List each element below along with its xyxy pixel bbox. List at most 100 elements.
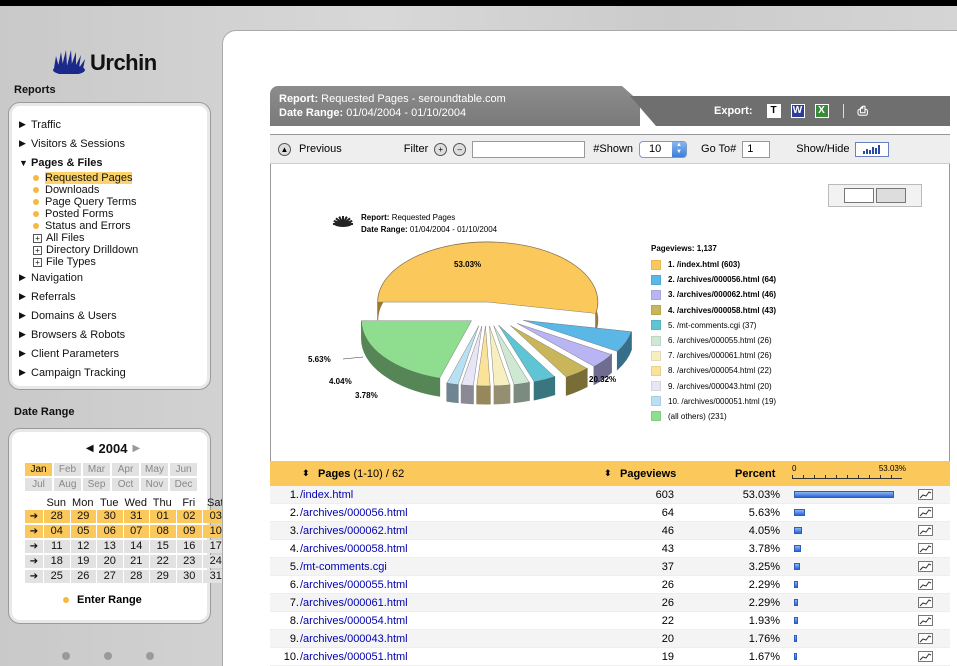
day-cell[interactable]: 29 xyxy=(69,510,96,523)
page-link[interactable]: /archives/000061.html xyxy=(300,597,408,609)
day-cell[interactable]: 08 xyxy=(149,525,176,538)
day-cell[interactable]: 27 xyxy=(96,570,123,583)
shown-select[interactable]: 10 ▲ ▼ xyxy=(639,140,688,158)
page-link[interactable]: /archives/000058.html xyxy=(300,543,408,555)
month-cell[interactable]: Jun xyxy=(170,463,197,476)
nav-item[interactable]: ▼ Pages & Files xyxy=(19,153,210,172)
month-cell[interactable]: Feb xyxy=(54,463,81,476)
goto-input[interactable] xyxy=(742,140,771,158)
select-week-arrow-icon[interactable]: ➔ xyxy=(25,555,43,568)
day-cell[interactable]: 25 xyxy=(43,570,70,583)
sub-nav-item[interactable]: Page Query Terms xyxy=(19,196,210,208)
next-year-icon[interactable]: ▶ xyxy=(132,443,140,454)
filter-exclude-icon[interactable]: – xyxy=(453,142,467,156)
showhide-chart-button[interactable] xyxy=(854,141,889,157)
month-cell[interactable]: May xyxy=(141,463,168,476)
nav-item[interactable]: ▶ Browsers & Robots xyxy=(19,325,210,344)
previous-arrow-icon[interactable]: ▲ xyxy=(278,142,291,156)
day-cell[interactable]: 15 xyxy=(149,540,176,553)
page-link[interactable]: /mt-comments.cgi xyxy=(300,561,387,573)
filter-include-icon[interactable]: + xyxy=(434,142,448,156)
enter-range-button[interactable]: Enter Range xyxy=(63,594,142,606)
sub-nav-item[interactable]: + Directory Drilldown xyxy=(19,244,210,256)
trend-graph-icon[interactable] xyxy=(918,489,933,500)
sort-pageviews-icon[interactable]: ⬍ xyxy=(604,468,612,479)
previous-link[interactable]: Previous xyxy=(299,143,342,155)
export-excel-icon[interactable]: X xyxy=(814,104,829,118)
filter-input[interactable] xyxy=(472,140,586,158)
day-cell[interactable]: 23 xyxy=(175,555,202,568)
sub-nav-item[interactable]: Requested Pages xyxy=(19,172,210,184)
month-cell[interactable]: Jan xyxy=(25,463,52,476)
page-link[interactable]: /archives/000056.html xyxy=(300,507,408,519)
select-week-arrow-icon[interactable]: ➔ xyxy=(25,540,43,553)
day-cell[interactable]: 14 xyxy=(122,540,149,553)
trend-graph-icon[interactable] xyxy=(918,579,933,590)
trend-graph-icon[interactable] xyxy=(918,525,933,536)
month-cell[interactable]: Oct xyxy=(112,478,139,491)
page-link[interactable]: /archives/000062.html xyxy=(300,525,408,537)
sub-nav-item[interactable]: + File Types xyxy=(19,256,210,268)
month-cell[interactable]: Mar xyxy=(83,463,110,476)
sub-nav-item[interactable]: Status and Errors xyxy=(19,220,210,232)
day-cell[interactable]: 09 xyxy=(175,525,202,538)
month-cell[interactable]: Nov xyxy=(141,478,168,491)
page-link[interactable]: /archives/000051.html xyxy=(300,651,408,663)
trend-graph-icon[interactable] xyxy=(918,615,933,626)
day-cell[interactable]: 11 xyxy=(43,540,70,553)
sub-nav-item[interactable]: + All Files xyxy=(19,232,210,244)
trend-graph-icon[interactable] xyxy=(918,651,933,662)
day-cell[interactable]: 12 xyxy=(69,540,96,553)
nav-item[interactable]: ▶ Client Parameters xyxy=(19,344,210,363)
trend-graph-icon[interactable] xyxy=(918,633,933,644)
bar-view-icon[interactable] xyxy=(876,188,906,203)
day-cell[interactable]: 04 xyxy=(43,525,70,538)
day-cell[interactable]: 30 xyxy=(96,510,123,523)
page-link[interactable]: /index.html xyxy=(300,489,353,501)
day-cell[interactable]: 07 xyxy=(122,525,149,538)
export-word-icon[interactable]: W xyxy=(790,104,805,118)
expand-plus-icon[interactable]: + xyxy=(33,245,42,255)
nav-item[interactable]: ▶ Navigation xyxy=(19,268,210,287)
trend-graph-icon[interactable] xyxy=(918,507,933,518)
sub-nav-item[interactable]: Downloads xyxy=(19,184,210,196)
nav-item[interactable]: ▶ Referrals xyxy=(19,287,210,306)
day-cell[interactable]: 18 xyxy=(43,555,70,568)
month-cell[interactable]: Dec xyxy=(170,478,197,491)
day-cell[interactable]: 02 xyxy=(175,510,202,523)
expand-plus-icon[interactable]: + xyxy=(33,233,42,243)
day-cell[interactable]: 28 xyxy=(122,570,149,583)
day-cell[interactable]: 16 xyxy=(175,540,202,553)
select-week-arrow-icon[interactable]: ➔ xyxy=(25,510,43,523)
nav-item[interactable]: ▶ Visitors & Sessions xyxy=(19,134,210,153)
month-cell[interactable]: Sep xyxy=(83,478,110,491)
day-cell[interactable]: 01 xyxy=(149,510,176,523)
day-cell[interactable]: 20 xyxy=(96,555,123,568)
month-cell[interactable]: Jul xyxy=(25,478,52,491)
day-cell[interactable]: 21 xyxy=(122,555,149,568)
sub-nav-item[interactable]: Posted Forms xyxy=(19,208,210,220)
day-cell[interactable]: 28 xyxy=(43,510,70,523)
day-cell[interactable]: 30 xyxy=(175,570,202,583)
nav-item[interactable]: ▶ Campaign Tracking xyxy=(19,363,210,382)
trend-graph-icon[interactable] xyxy=(918,543,933,554)
page-link[interactable]: /archives/000055.html xyxy=(300,579,408,591)
month-cell[interactable]: Aug xyxy=(54,478,81,491)
day-cell[interactable]: 19 xyxy=(69,555,96,568)
prev-year-icon[interactable]: ◀ xyxy=(86,443,94,454)
day-cell[interactable]: 26 xyxy=(69,570,96,583)
page-link[interactable]: /archives/000054.html xyxy=(300,615,408,627)
select-week-arrow-icon[interactable]: ➔ xyxy=(25,570,43,583)
day-cell[interactable]: 13 xyxy=(96,540,123,553)
export-text-icon[interactable]: T xyxy=(766,104,781,118)
page-link[interactable]: /archives/000043.html xyxy=(300,633,408,645)
print-icon[interactable]: ⎙ xyxy=(858,103,868,119)
select-week-arrow-icon[interactable]: ➔ xyxy=(25,525,43,538)
day-cell[interactable]: 31 xyxy=(122,510,149,523)
trend-graph-icon[interactable] xyxy=(918,597,933,608)
pie-view-icon[interactable] xyxy=(844,188,874,203)
expand-plus-icon[interactable]: + xyxy=(33,257,42,267)
trend-graph-icon[interactable] xyxy=(918,561,933,572)
month-cell[interactable]: Apr xyxy=(112,463,139,476)
day-cell[interactable]: 06 xyxy=(96,525,123,538)
